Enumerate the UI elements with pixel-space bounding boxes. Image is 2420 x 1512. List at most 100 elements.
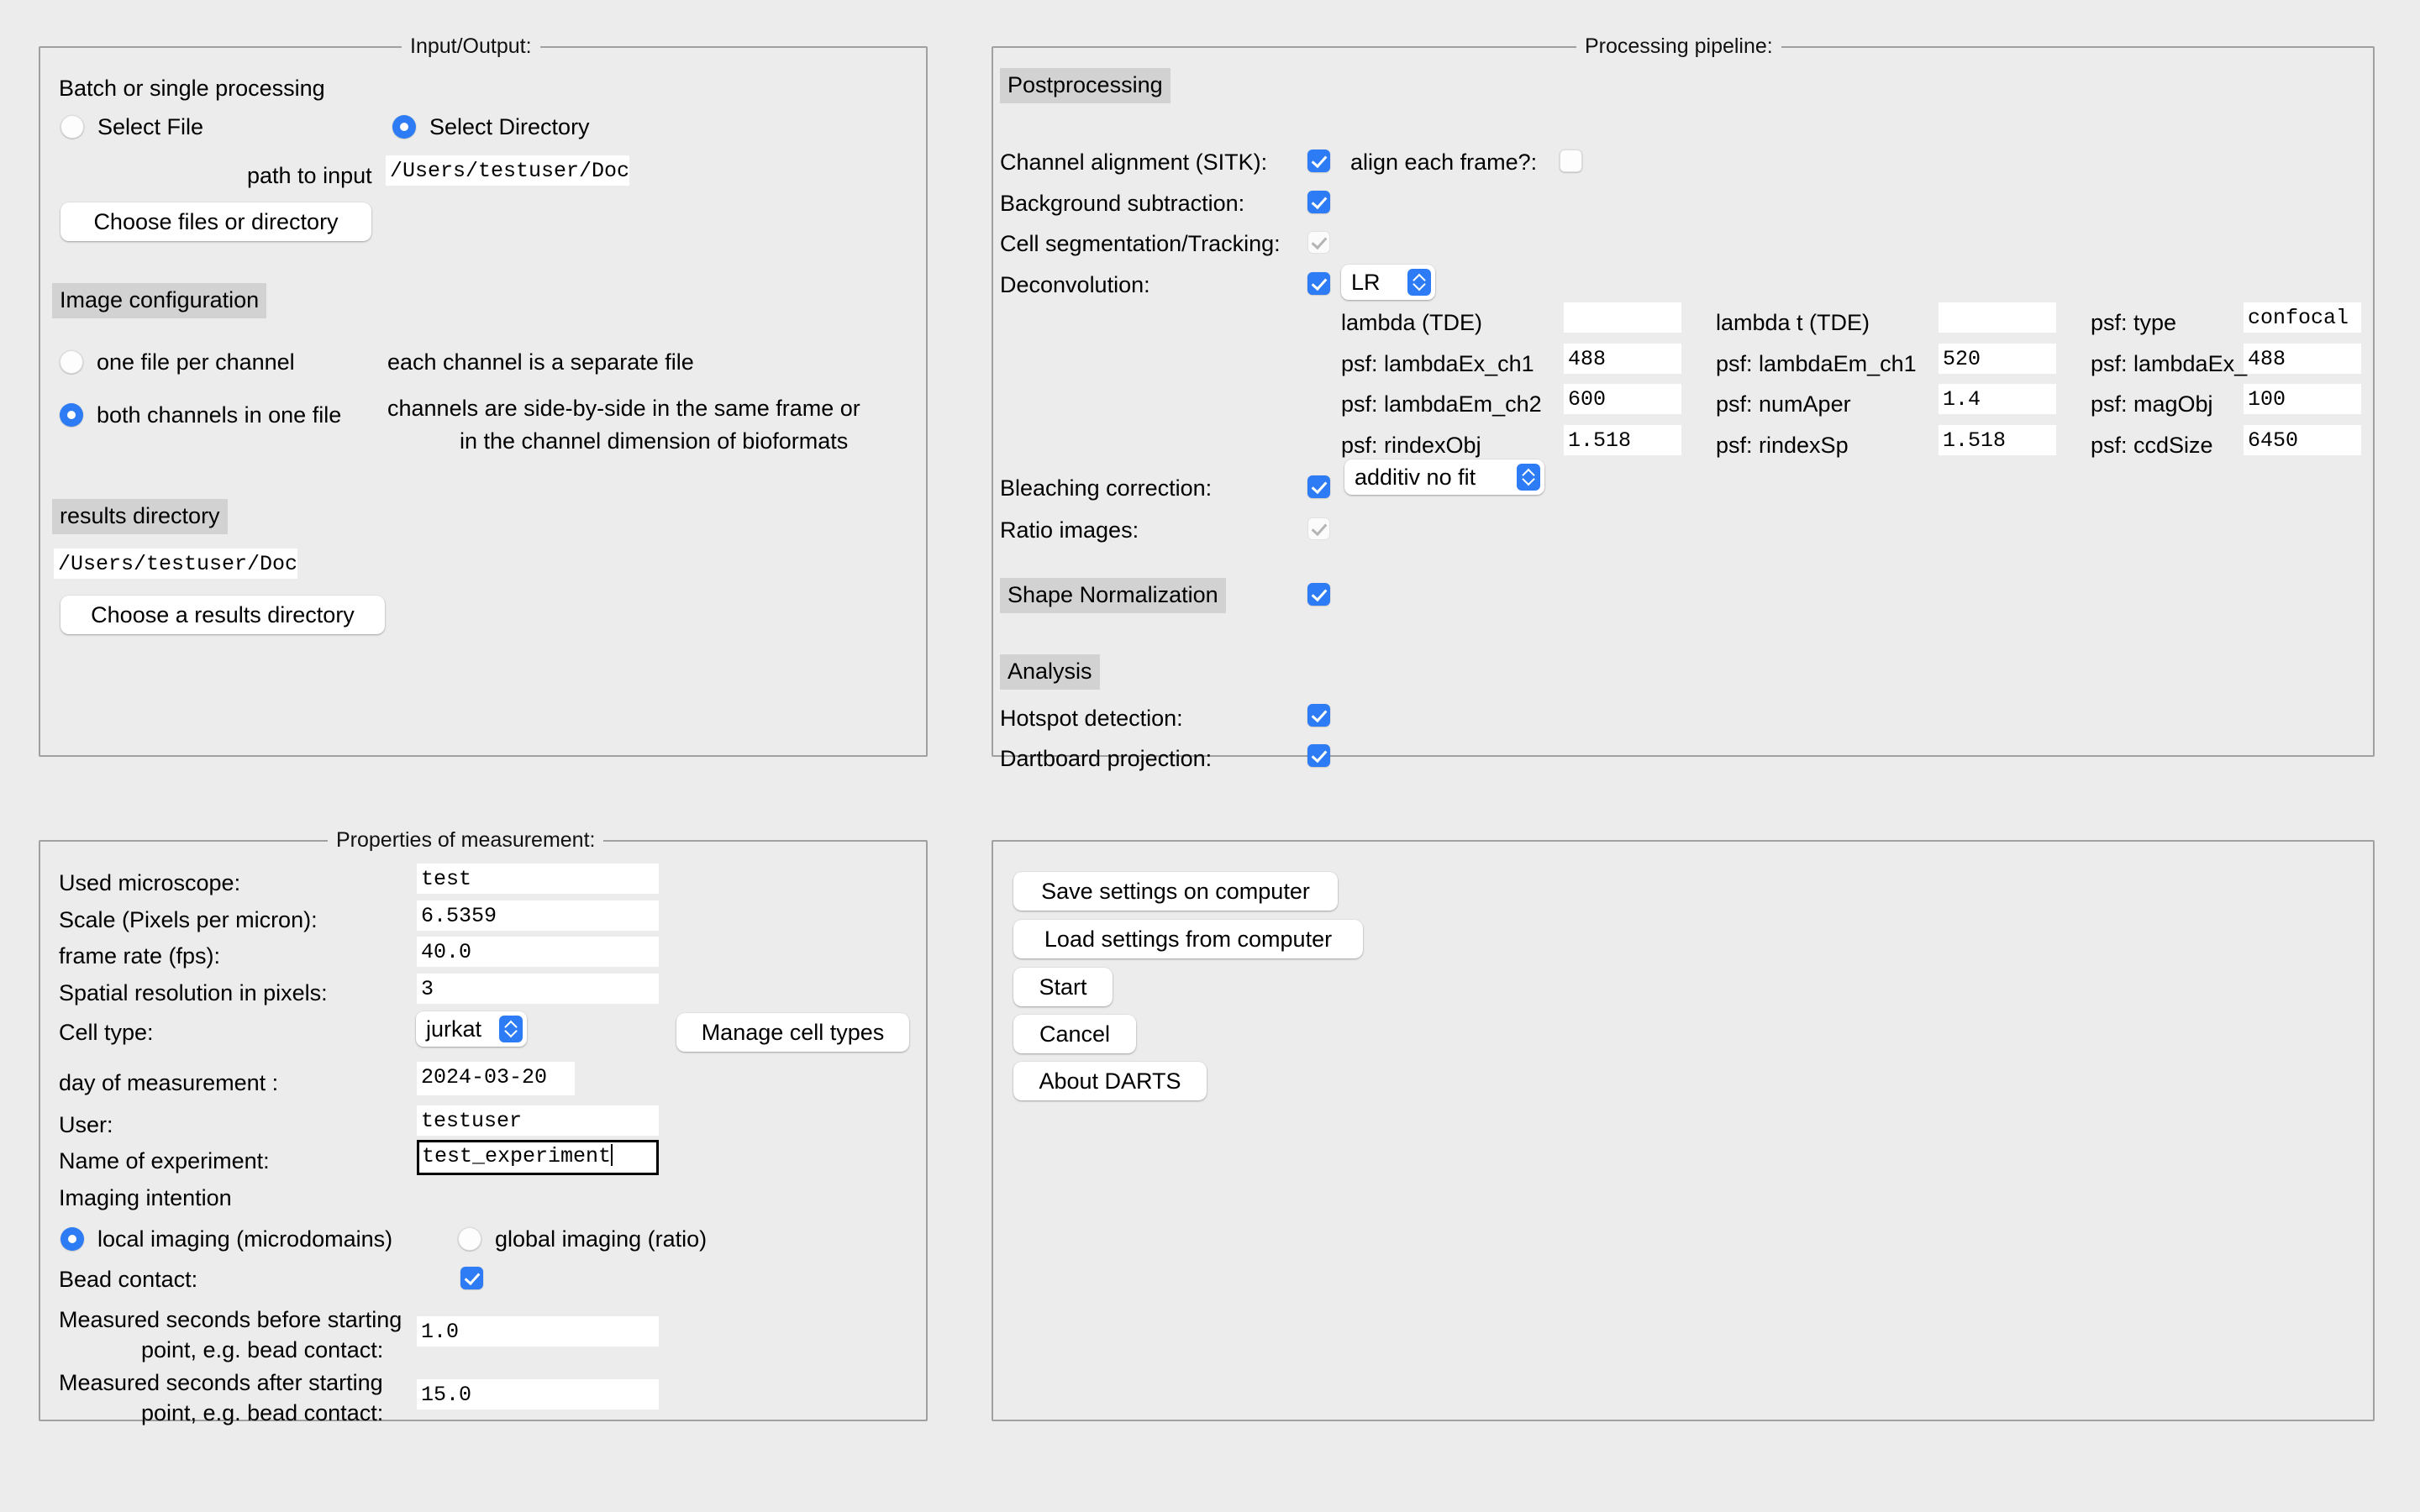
manage-cell-types-button[interactable]: Manage cell types — [676, 1013, 909, 1052]
properties-of-measurement-panel-title: Properties of measurement: — [328, 827, 604, 853]
ratio-images-label: Ratio images: — [1000, 517, 1139, 543]
processing-pipeline-panel: Processing pipeline: Postprocessing Chan… — [992, 34, 2375, 771]
seconds-after-field[interactable]: 15.0 — [417, 1379, 659, 1410]
analysis-heading: Analysis — [1000, 654, 1100, 690]
psf-field-input-6[interactable]: 600 — [1564, 384, 1681, 414]
bleaching-correction-checkbox[interactable] — [1307, 475, 1330, 498]
cell-type-select[interactable]: jurkat — [416, 1011, 527, 1047]
bleaching-correction-label: Bleaching correction: — [1000, 475, 1213, 501]
psf-field-label-7: psf: numAper — [1716, 391, 1851, 417]
bead-contact-checkbox[interactable] — [460, 1267, 483, 1289]
user-label: User: — [59, 1112, 113, 1137]
ratio-images-checkbox[interactable] — [1307, 517, 1330, 540]
cell-segmentation-checkbox[interactable] — [1307, 231, 1330, 254]
select-directory-radio[interactable] — [392, 115, 416, 139]
align-each-frame-checkbox[interactable] — [1560, 150, 1582, 172]
global-imaging-radio[interactable] — [458, 1227, 481, 1251]
select-directory-label: Select Directory — [429, 114, 590, 139]
psf-field-label-9: psf: rindexObj — [1341, 433, 1481, 458]
start-button[interactable]: Start — [1013, 968, 1113, 1006]
load-settings-button[interactable]: Load settings from computer — [1013, 920, 1363, 958]
hotspot-detection-label: Hotspot detection: — [1000, 706, 1183, 731]
cell-segmentation-label: Cell segmentation/Tracking: — [1000, 231, 1281, 256]
chevron-updown-icon — [1407, 269, 1431, 296]
control-buttons-panel: Control buttons: Save settings on comput… — [992, 840, 2375, 1421]
channel-alignment-label: Channel alignment (SITK): — [1000, 150, 1268, 175]
seconds-before-label-line2: point, e.g. bead contact: — [141, 1337, 384, 1362]
psf-field-input-5[interactable]: 488 — [2244, 344, 2361, 374]
psf-field-label-3: psf: lambdaEx_ch1 — [1341, 351, 1534, 376]
seconds-before-field[interactable]: 1.0 — [417, 1316, 659, 1347]
choose-files-or-directory-button[interactable]: Choose files or directory — [60, 202, 371, 241]
background-subtraction-checkbox[interactable] — [1307, 191, 1330, 213]
postprocessing-heading: Postprocessing — [1000, 68, 1171, 103]
psf-field-input-9[interactable]: 1.518 — [1564, 425, 1681, 455]
psf-field-label-10: psf: rindexSp — [1716, 433, 1849, 458]
both-channels-one-file-label: both channels in one file — [97, 402, 342, 428]
experiment-name-field[interactable]: test_experiment — [417, 1140, 659, 1175]
experiment-name-label: Name of experiment: — [59, 1148, 270, 1173]
seconds-after-label-line2: point, e.g. bead contact: — [141, 1400, 384, 1425]
psf-field-label-8: psf: magObj — [2091, 391, 2213, 417]
results-directory-field[interactable]: /Users/testuser/Docu — [54, 549, 297, 579]
both-channels-one-file-radio[interactable] — [60, 403, 83, 427]
deconvolution-method-value: LR — [1351, 269, 1381, 295]
psf-field-input-11[interactable]: 6450 — [2244, 425, 2361, 455]
input-output-panel-title: Input/Output: — [402, 34, 540, 59]
user-field[interactable]: testuser — [417, 1105, 659, 1136]
channel-alignment-checkbox[interactable] — [1307, 150, 1330, 172]
psf-field-label-1: lambda t (TDE) — [1716, 310, 1870, 335]
text-caret — [611, 1144, 613, 1166]
cancel-button[interactable]: Cancel — [1013, 1015, 1136, 1053]
local-imaging-radio[interactable] — [60, 1227, 84, 1251]
path-to-input-field[interactable]: /Users/testuser/Docu — [386, 155, 629, 186]
used-microscope-field[interactable]: test — [417, 864, 659, 894]
psf-field-input-8[interactable]: 100 — [2244, 384, 2361, 414]
processing-pipeline-panel-title: Processing pipeline: — [1576, 34, 1781, 59]
psf-field-input-4[interactable]: 520 — [1939, 344, 2056, 374]
deconvolution-method-select[interactable]: LR — [1341, 265, 1435, 300]
frame-rate-field[interactable]: 40.0 — [417, 937, 659, 967]
one-file-per-channel-label: one file per channel — [97, 349, 295, 375]
chevron-updown-icon — [1517, 464, 1540, 491]
about-darts-button[interactable]: About DARTS — [1013, 1062, 1207, 1100]
hotspot-detection-checkbox[interactable] — [1307, 704, 1330, 727]
used-microscope-label: Used microscope: — [59, 870, 241, 895]
bleaching-correction-method-select[interactable]: additiv no fit — [1344, 459, 1544, 495]
dartboard-projection-label: Dartboard projection: — [1000, 746, 1213, 771]
psf-field-input-3[interactable]: 488 — [1564, 344, 1681, 374]
input-output-panel: Input/Output: Batch or single processing… — [39, 34, 928, 757]
deconvolution-label: Deconvolution: — [1000, 272, 1150, 297]
psf-field-label-11: psf: ccdSize — [2091, 433, 2213, 458]
shape-normalization-checkbox[interactable] — [1307, 583, 1330, 606]
psf-field-input-10[interactable]: 1.518 — [1939, 425, 2056, 455]
psf-field-input-0[interactable] — [1564, 302, 1681, 333]
global-imaging-label: global imaging (ratio) — [495, 1226, 708, 1252]
choose-results-directory-button[interactable]: Choose a results directory — [60, 596, 385, 634]
path-to-input-label: path to input — [247, 163, 372, 188]
shape-normalization-heading: Shape Normalization — [1000, 578, 1226, 613]
save-settings-button[interactable]: Save settings on computer — [1013, 872, 1338, 911]
deconvolution-checkbox[interactable] — [1307, 272, 1330, 295]
spatial-resolution-field[interactable]: 3 — [417, 974, 659, 1004]
image-configuration-heading: Image configuration — [52, 283, 267, 318]
select-file-radio[interactable] — [60, 115, 84, 139]
psf-field-input-2[interactable]: confocal — [2244, 302, 2361, 333]
bead-contact-label: Bead contact: — [59, 1267, 198, 1292]
frame-rate-label: frame rate (fps): — [59, 943, 221, 969]
bleaching-correction-method-value: additiv no fit — [1355, 464, 1476, 490]
one-file-per-channel-radio[interactable] — [60, 350, 83, 374]
scale-field[interactable]: 6.5359 — [417, 900, 659, 931]
psf-field-input-7[interactable]: 1.4 — [1939, 384, 2056, 414]
psf-field-label-2: psf: type — [2091, 310, 2177, 335]
both-channels-hint-line1: channels are side-by-side in the same fr… — [387, 396, 860, 421]
scale-label: Scale (Pixels per micron): — [59, 907, 318, 932]
day-of-measurement-field[interactable]: 2024-03-20 — [417, 1062, 575, 1095]
psf-field-input-1[interactable] — [1939, 302, 2056, 333]
align-each-frame-label: align each frame?: — [1350, 150, 1538, 175]
cell-type-value: jurkat — [426, 1016, 482, 1042]
dartboard-projection-checkbox[interactable] — [1307, 744, 1330, 767]
psf-field-label-4: psf: lambdaEm_ch1 — [1716, 351, 1917, 376]
properties-of-measurement-panel: Properties of measurement: Used microsco… — [39, 827, 928, 1425]
chevron-updown-icon — [499, 1016, 523, 1042]
